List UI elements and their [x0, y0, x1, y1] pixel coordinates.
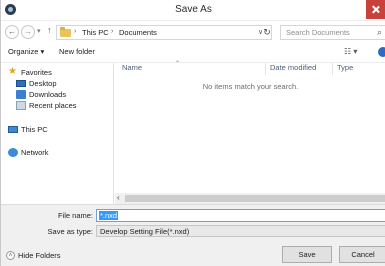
- close-button[interactable]: [366, 0, 385, 19]
- desktop-icon: [16, 80, 26, 87]
- column-header-type[interactable]: Type: [337, 63, 353, 72]
- title-bar: Save As: [1, 0, 385, 21]
- downloads-icon: [16, 90, 26, 99]
- column-divider[interactable]: [265, 63, 266, 75]
- nav-item-label: Recent places: [29, 101, 77, 110]
- nav-item-label: Desktop: [29, 79, 57, 88]
- breadcrumb-separator-icon[interactable]: ›: [74, 28, 76, 35]
- window-title: Save As: [175, 4, 212, 15]
- recent-locations-chevron-icon[interactable]: ▾: [37, 27, 41, 35]
- save-options-panel: File name: *.nxd Save as type: Develop S…: [1, 204, 385, 266]
- cancel-button[interactable]: Cancel: [339, 246, 385, 263]
- breadcrumb-separator-icon[interactable]: ›: [111, 28, 113, 35]
- search-placeholder: Search Documents: [286, 28, 350, 37]
- save-as-type-select[interactable]: Develop Setting File(*.nxd): [96, 225, 385, 237]
- breadcrumb-documents[interactable]: Documents: [119, 28, 157, 37]
- computer-icon: [8, 126, 18, 133]
- scrollbar-thumb[interactable]: [125, 195, 385, 202]
- save-as-type-value: Develop Setting File(*.nxd): [100, 227, 190, 236]
- sort-arrow-icon: ⌃: [175, 61, 181, 67]
- scroll-left-icon[interactable]: ‹: [117, 193, 120, 202]
- save-as-type-label: Save as type:: [47, 227, 93, 236]
- column-header-name[interactable]: Name: [122, 63, 142, 72]
- empty-list-message: No items match your search.: [202, 82, 299, 91]
- save-as-dialog: Save As ← → ▾ ↑ › This PC › Documents ∨ …: [0, 0, 385, 266]
- nav-item-label: Network: [21, 148, 49, 157]
- file-list[interactable]: Name ⌃ Date modified Type No items match…: [115, 61, 385, 204]
- chevron-up-icon: ˄: [6, 251, 15, 260]
- recent-places-icon: [16, 101, 26, 110]
- search-icon[interactable]: ⌕: [377, 27, 382, 38]
- hide-folders-label: Hide Folders: [18, 251, 61, 260]
- search-input[interactable]: Search Documents ⌕: [280, 25, 385, 40]
- forward-button[interactable]: →: [21, 25, 35, 39]
- organize-button[interactable]: Organize ▾: [8, 47, 44, 56]
- change-view-icon[interactable]: ☷ ▾: [344, 47, 357, 56]
- back-button[interactable]: ←: [5, 25, 19, 39]
- breadcrumb-this-pc[interactable]: This PC: [82, 28, 109, 37]
- address-row: ← → ▾ ↑ › This PC › Documents ∨ ↻ Search…: [1, 22, 385, 43]
- up-arrow-icon[interactable]: ↑: [47, 25, 52, 35]
- nav-item-label: Favorites: [21, 68, 52, 77]
- star-icon: ★: [8, 66, 17, 77]
- help-icon[interactable]: [378, 47, 385, 57]
- nav-item-label: This PC: [21, 125, 48, 134]
- column-header-date-modified[interactable]: Date modified: [270, 63, 316, 72]
- save-button[interactable]: Save: [282, 246, 332, 263]
- navigation-pane: ★ Favorites Desktop Downloads Recent pla…: [1, 63, 114, 204]
- column-divider[interactable]: [332, 63, 333, 75]
- address-bar[interactable]: › This PC › Documents ∨: [56, 25, 272, 40]
- file-name-label: File name:: [57, 211, 93, 220]
- command-toolbar: Organize ▾ New folder ☷ ▾: [1, 43, 385, 63]
- file-name-value: *.nxd: [99, 211, 119, 220]
- horizontal-scrollbar[interactable]: ‹: [115, 193, 385, 204]
- new-folder-button[interactable]: New folder: [59, 47, 95, 56]
- nav-item-label: Downloads: [29, 90, 67, 99]
- file-name-input[interactable]: *.nxd: [96, 209, 385, 222]
- network-icon: [8, 148, 18, 157]
- folder-icon: [60, 27, 71, 37]
- refresh-icon[interactable]: ↻: [259, 25, 275, 40]
